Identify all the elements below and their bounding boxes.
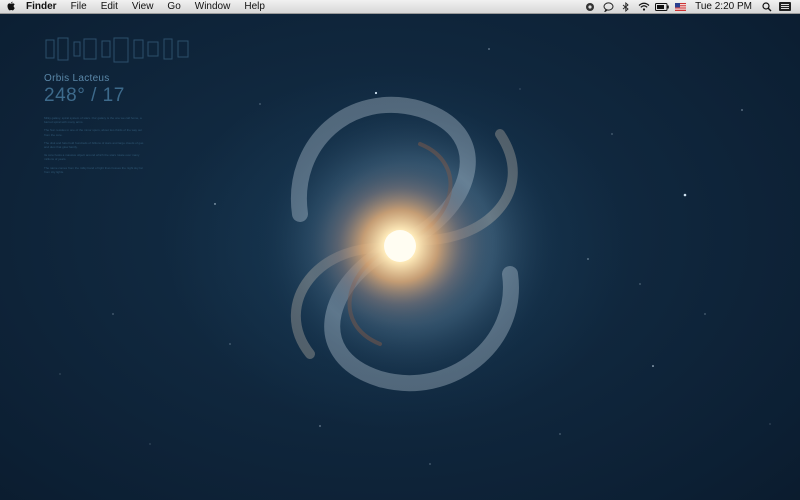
menu-go[interactable]: Go	[160, 0, 187, 13]
compass-icon[interactable]	[581, 0, 599, 13]
wallpaper-paragraph: Its core hosts a massive object around w…	[44, 153, 140, 162]
wallpaper-glyphs	[45, 37, 189, 63]
menu-edit[interactable]: Edit	[94, 0, 125, 13]
flag-icon[interactable]	[671, 0, 689, 13]
list-icon[interactable]	[776, 0, 794, 13]
apple-menu-icon[interactable]	[0, 0, 22, 13]
menu-help[interactable]: Help	[237, 0, 272, 13]
desktop-wallpaper[interactable]: Orbis Lacteus 248° / 17 Milky galaxy, sp…	[0, 14, 800, 500]
menu-bar: Finder File Edit View Go Window Help Tue…	[0, 0, 800, 14]
menu-window[interactable]: Window	[188, 0, 238, 13]
wallpaper-paragraph: Milky galaxy, spiral system of stars. Ou…	[44, 116, 142, 125]
bluetooth-icon[interactable]	[617, 0, 635, 13]
wallpaper-coords: 248° / 17	[44, 85, 125, 106]
wallpaper-paragraph: The Sun resides in one of the minor spur…	[44, 128, 143, 137]
menu-app-finder[interactable]: Finder	[22, 0, 64, 13]
wallpaper-paragraph: The name comes from the milky band of li…	[44, 165, 143, 174]
wallpaper-title: Orbis Lacteus	[44, 73, 110, 84]
search-icon[interactable]	[758, 0, 776, 13]
wifi-icon[interactable]	[635, 0, 653, 13]
menu-clock[interactable]: Tue 2:20 PM	[689, 1, 758, 12]
battery-icon[interactable]	[653, 0, 671, 13]
wallpaper-paragraph: The disk and halo hold hundreds of billi…	[44, 140, 144, 150]
wallpaper-paragraphs: Milky galaxy, spiral system of stars. Ou…	[44, 116, 144, 178]
menu-view[interactable]: View	[125, 0, 161, 13]
menu-file[interactable]: File	[64, 0, 94, 13]
chat-bubble-icon[interactable]	[599, 0, 617, 13]
